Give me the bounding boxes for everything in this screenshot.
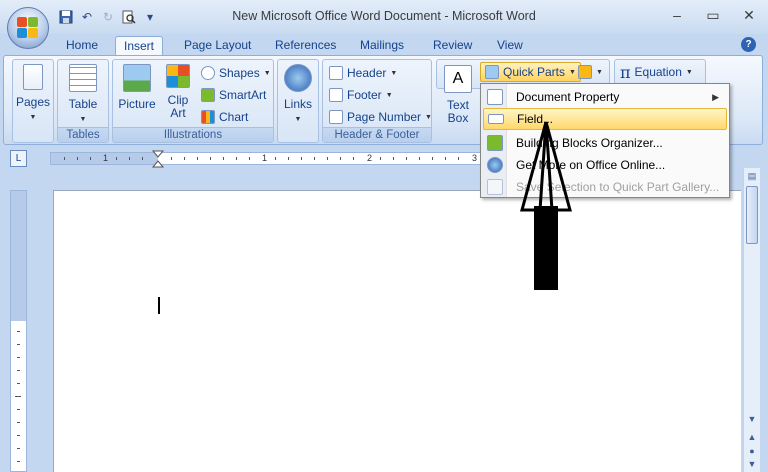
- next-page-icon[interactable]: ▼: [744, 459, 760, 469]
- help-icon[interactable]: ?: [741, 37, 756, 52]
- pages-button[interactable]: Pages ▼: [15, 64, 51, 124]
- document-page[interactable]: [53, 190, 741, 472]
- tab-insert[interactable]: Insert: [115, 36, 164, 57]
- tab-review[interactable]: Review: [425, 36, 480, 56]
- chart-button[interactable]: Chart: [201, 108, 248, 126]
- tab-references[interactable]: References: [267, 36, 344, 56]
- office-button[interactable]: [7, 7, 49, 49]
- office-online-icon: [487, 157, 503, 173]
- table-button[interactable]: Table ▼: [64, 64, 102, 126]
- field-icon: [488, 114, 504, 124]
- menu-item-document-property[interactable]: Document Property ▶: [483, 86, 727, 108]
- links-label: Links: [283, 97, 312, 111]
- vertical-ruler[interactable]: [10, 190, 27, 472]
- minimize-button[interactable]: –: [668, 6, 686, 24]
- picture-icon: [123, 64, 151, 92]
- text-box-icon: A: [444, 65, 472, 93]
- scroll-thumb[interactable]: [746, 186, 758, 244]
- vertical-scrollbar[interactable]: ▤ ▼ ▲ ● ▼: [743, 168, 760, 472]
- ruler-toggle-icon[interactable]: ▤: [744, 168, 760, 184]
- maximize-button[interactable]: ▭: [704, 6, 722, 24]
- picture-button[interactable]: Picture: [117, 64, 157, 111]
- submenu-arrow-icon: ▶: [712, 91, 719, 102]
- tab-selector[interactable]: L: [10, 150, 27, 167]
- wordart-button[interactable]: ▼: [578, 63, 603, 81]
- equation-button[interactable]: π Equation ▼: [620, 62, 693, 82]
- links-icon: [284, 64, 312, 92]
- footer-button[interactable]: Footer ▼: [329, 86, 393, 104]
- group-header-footer: Header ▼ Footer ▼ Page Number ▼ Header & Fo…: [322, 59, 432, 143]
- clip-art-label: Clip Art: [167, 93, 189, 120]
- group-label-illustrations: Illustrations: [113, 127, 273, 142]
- group-tables: Table ▼ Tables: [57, 59, 109, 143]
- annotation-arrow-icon: [520, 121, 572, 290]
- building-blocks-icon: [487, 135, 503, 151]
- tab-home[interactable]: Home: [58, 36, 106, 56]
- text-box-label: Text Box: [446, 98, 469, 125]
- tab-view[interactable]: View: [489, 36, 531, 56]
- text-cursor: [158, 297, 160, 314]
- document-property-icon: [487, 89, 503, 105]
- shapes-icon: [201, 66, 215, 80]
- pages-label: Pages: [15, 95, 51, 109]
- tab-page-layout[interactable]: Page Layout: [176, 36, 259, 56]
- indent-marker-icon[interactable]: [152, 150, 164, 170]
- close-button[interactable]: ✕: [740, 6, 758, 24]
- tab-mailings[interactable]: Mailings: [352, 36, 412, 56]
- group-links: Links ▼: [277, 59, 319, 143]
- ruler-label: 3: [472, 153, 478, 163]
- ruler-label: 1: [103, 153, 109, 163]
- save-to-gallery-icon: [487, 179, 503, 195]
- wordart-icon: [578, 65, 592, 79]
- group-illustrations: Picture Clip Art Shapes ▼ SmartArt Chart …: [112, 59, 274, 143]
- clip-art-button[interactable]: Clip Art: [161, 64, 195, 120]
- page-number-button[interactable]: Page Number ▼: [329, 108, 432, 126]
- chart-icon: [201, 110, 215, 124]
- ruler-label: 1: [262, 153, 268, 163]
- previous-page-icon[interactable]: ▲: [744, 432, 760, 442]
- header-icon: [329, 66, 343, 80]
- table-label: Table: [68, 97, 98, 111]
- pages-icon: [23, 64, 43, 90]
- header-button[interactable]: Header ▼: [329, 64, 397, 82]
- smartart-button[interactable]: SmartArt: [201, 86, 266, 104]
- group-pages: Pages ▼: [12, 59, 54, 143]
- clip-art-icon: [166, 64, 190, 88]
- picture-label: Picture: [118, 97, 156, 111]
- text-box-button[interactable]: A Text Box: [440, 65, 476, 125]
- footer-icon: [329, 88, 343, 102]
- group-label-tables: Tables: [58, 127, 108, 142]
- pi-icon: π: [620, 62, 631, 82]
- shapes-button[interactable]: Shapes ▼: [201, 64, 271, 82]
- links-button[interactable]: Links ▼: [280, 64, 316, 126]
- ruler-label: 2: [367, 153, 373, 163]
- smartart-icon: [201, 88, 215, 102]
- quick-parts-icon: [485, 65, 499, 79]
- table-icon: [69, 64, 97, 92]
- quick-parts-button[interactable]: Quick Parts ▼: [480, 62, 581, 82]
- page-number-icon: [329, 110, 343, 124]
- select-browse-object-icon[interactable]: ●: [744, 446, 760, 456]
- ribbon-tabs: Home Insert Page Layout References Maili…: [0, 34, 768, 57]
- window-title: New Microsoft Office Word Document - Mic…: [232, 9, 536, 23]
- office-logo-icon: [17, 17, 39, 39]
- scroll-down-icon[interactable]: ▼: [744, 414, 760, 424]
- horizontal-ruler[interactable]: 1 1 2 3: [50, 152, 485, 165]
- window-controls: – ▭ ✕: [668, 6, 758, 24]
- group-label-header-footer: Header & Footer: [323, 127, 431, 142]
